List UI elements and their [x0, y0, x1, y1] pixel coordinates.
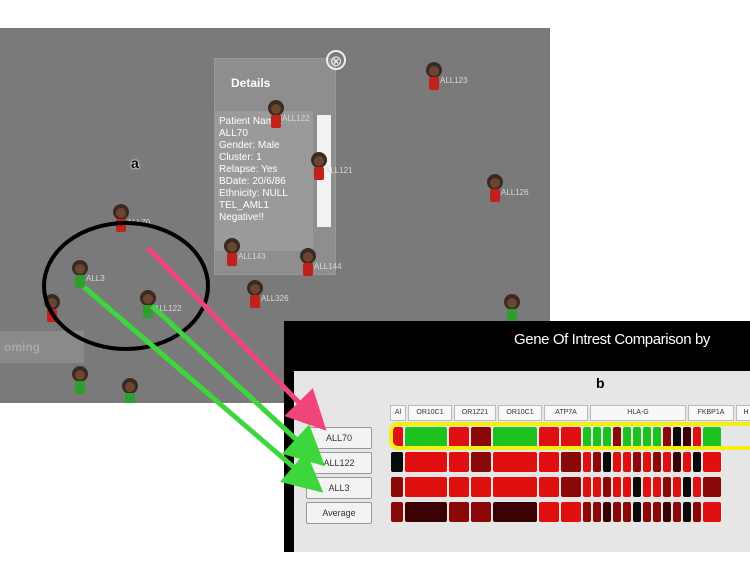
arrow-all122 [150, 304, 326, 467]
arrow-all70 [146, 246, 327, 431]
annotation-overlay [42, 221, 327, 493]
